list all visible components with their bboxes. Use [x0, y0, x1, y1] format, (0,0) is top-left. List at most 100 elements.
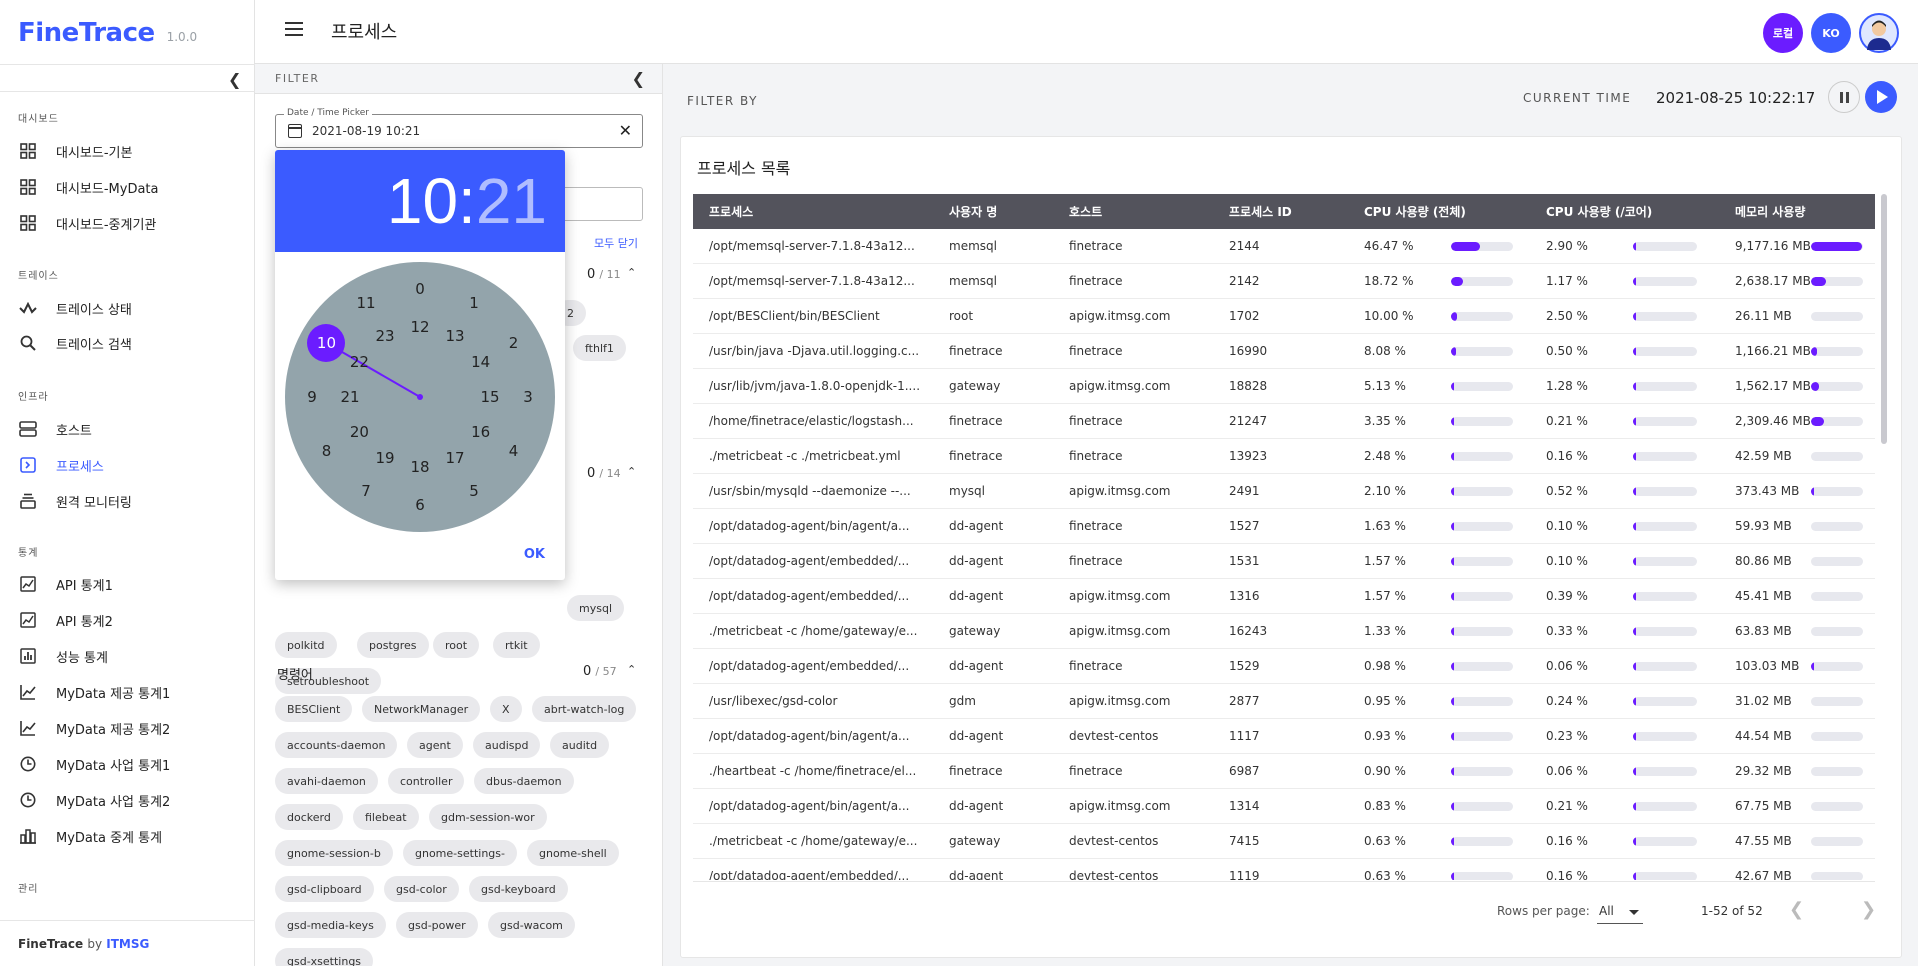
clock-number[interactable]: 12 [408, 317, 432, 337]
clock-number[interactable]: 19 [373, 448, 397, 468]
filter-chip[interactable]: abrt-watch-log [532, 696, 637, 722]
clock-number[interactable]: 23 [373, 326, 397, 346]
column-header[interactable]: 메모리 사용량 [1719, 203, 1875, 220]
clock-number[interactable]: 18 [408, 457, 432, 477]
sidebar-item[interactable]: MyData 사업 통계2 [18, 787, 170, 813]
chevron-up-icon[interactable]: ⌃ [627, 465, 636, 478]
table-row[interactable]: /usr/lib/jvm/java-1.8.0-openjdk-1.... gat… [693, 369, 1875, 404]
clock-number[interactable]: 6 [408, 495, 432, 515]
table-row[interactable]: /opt/datadog-agent/embedded/... dd-agent d… [693, 859, 1875, 880]
ok-button[interactable]: OK [524, 547, 545, 562]
table-row[interactable]: /opt/memsql-server-7.1.8-43a12... memsql f… [693, 264, 1875, 299]
column-header[interactable]: 사용자 명 [933, 203, 1053, 220]
menu-icon[interactable] [285, 22, 303, 36]
sidebar-item[interactable]: MyData 사업 통계1 [18, 751, 170, 777]
filter-chip[interactable]: root [433, 632, 480, 658]
filter-chip[interactable]: gsd-clipboard [275, 876, 374, 902]
play-button[interactable] [1865, 81, 1897, 113]
table-scrollbar[interactable] [1881, 194, 1887, 444]
table-row[interactable]: ./metricbeat -c /home/gateway/e... gatewa… [693, 614, 1875, 649]
filter-chip[interactable]: NetworkManager [362, 696, 481, 722]
pause-button[interactable] [1828, 81, 1860, 113]
clock-number[interactable]: 9 [300, 387, 324, 407]
filter-chip[interactable]: gsd-power [396, 912, 478, 938]
clock-number[interactable]: 1 [462, 293, 486, 313]
table-row[interactable]: /opt/BESClient/bin/BESClient root apigw.it… [693, 299, 1875, 334]
clock-number[interactable]: 13 [443, 326, 467, 346]
table-row[interactable]: /opt/datadog-agent/bin/agent/a... dd-agen… [693, 789, 1875, 824]
table-row[interactable]: /opt/datadog-agent/embedded/... dd-agent f… [693, 649, 1875, 684]
column-header[interactable]: CPU 사용량 (전체) [1348, 203, 1530, 220]
filter-chip[interactable]: controller [388, 768, 465, 794]
sidebar-collapse-icon[interactable]: ❮ [228, 70, 241, 89]
clock-number[interactable]: 11 [354, 293, 378, 313]
filter-chip[interactable]: dockerd [275, 804, 343, 830]
clock-number[interactable]: 20 [347, 422, 371, 442]
filter-chip[interactable]: postgres [357, 632, 429, 658]
clock-number[interactable]: 14 [469, 352, 493, 372]
clock-face[interactable]: 0 1 2 3 4 5 6 7 8 9 10 11 12 13 14 15 16 17 18 19 20 21 22 23 [285, 262, 555, 532]
filter-chip[interactable]: mysql [567, 595, 624, 621]
sidebar-item[interactable]: MyData 제공 통계1 [18, 679, 170, 705]
sidebar-item[interactable]: 원격 모니터링 [18, 488, 132, 514]
local-button[interactable]: 로컬 [1763, 13, 1803, 53]
clock-number[interactable]: 21 [338, 387, 362, 407]
filter-collapse-icon[interactable]: ❮ [632, 69, 645, 88]
filter-chip[interactable]: audispd [473, 732, 541, 758]
table-row[interactable]: ./metricbeat -c ./metricbeat.yml finetrac… [693, 439, 1875, 474]
chevron-up-icon[interactable]: ⌃ [627, 663, 636, 676]
sidebar-item[interactable]: 트레이스 상태 [18, 295, 132, 321]
calendar-icon[interactable] [288, 124, 302, 138]
table-row[interactable]: /opt/datadog-agent/bin/agent/a... dd-agen… [693, 719, 1875, 754]
filter-chip[interactable]: rtkit [493, 632, 540, 658]
filter-chip[interactable]: gdm-session-wor [429, 804, 547, 830]
clock-number[interactable]: 2 [502, 333, 526, 353]
filter-chip[interactable]: polkitd [275, 632, 337, 658]
filter-chip[interactable]: gnome-settings- [403, 840, 517, 866]
clock-number[interactable]: 22 [347, 352, 371, 372]
prev-page-icon[interactable]: ❮ [1789, 899, 1804, 920]
sidebar-item[interactable]: 성능 통계 [18, 643, 108, 669]
table-row[interactable]: /opt/datadog-agent/bin/agent/a... dd-agen… [693, 509, 1875, 544]
table-row[interactable]: /usr/sbin/mysqld --daemonize --... mysql a… [693, 474, 1875, 509]
table-row[interactable]: /opt/memsql-server-7.1.8-43a12... memsql f… [693, 229, 1875, 264]
filter-chip[interactable]: BESClient [275, 696, 353, 722]
filter-chip[interactable]: gsd-wacom [488, 912, 575, 938]
chevron-up-icon[interactable]: ⌃ [627, 266, 636, 279]
sidebar-item[interactable]: 호스트 [18, 416, 92, 442]
table-row[interactable]: ./heartbeat -c /home/finetrace/el... fine… [693, 754, 1875, 789]
clock-number[interactable]: 8 [314, 441, 338, 461]
clear-icon[interactable]: ✕ [619, 121, 632, 140]
clock-number[interactable]: 3 [516, 387, 540, 407]
column-header[interactable]: 프로세스 ID [1213, 203, 1348, 220]
table-row[interactable]: /usr/bin/java -Djava.util.logging.c... fi… [693, 334, 1875, 369]
filter-chip[interactable]: gnome-session-b [275, 840, 393, 866]
filter-chip[interactable]: gnome-shell [527, 840, 619, 866]
column-header[interactable]: 프로세스 [693, 203, 933, 220]
sidebar-item[interactable]: API 통계2 [18, 607, 113, 633]
filter-chip[interactable]: fthlf1 [573, 335, 626, 361]
sidebar-item[interactable]: 대시보드-기본 [18, 138, 132, 164]
table-row[interactable]: ./metricbeat -c /home/gateway/e... gatewa… [693, 824, 1875, 859]
column-header[interactable]: 호스트 [1053, 203, 1213, 220]
clock-number[interactable]: 7 [354, 481, 378, 501]
table-row[interactable]: /opt/datadog-agent/embedded/... dd-agent a… [693, 579, 1875, 614]
filter-chip[interactable]: dbus-daemon [474, 768, 574, 794]
clock-number[interactable]: 15 [478, 387, 502, 407]
sidebar-item[interactable]: 대시보드-중계기관 [18, 210, 156, 236]
date-time-picker-field[interactable]: Date / Time Picker 2021-08-19 10:21 ✕ [275, 108, 643, 148]
clock-number[interactable]: 4 [502, 441, 526, 461]
sidebar-item[interactable]: MyData 제공 통계2 [18, 715, 170, 741]
filter-chip[interactable]: X [490, 696, 522, 722]
filter-chip[interactable]: agent [407, 732, 463, 758]
close-all-button[interactable]: 모두 닫기 [594, 235, 638, 251]
column-header[interactable]: CPU 사용량 (/코어) [1530, 203, 1719, 220]
language-button[interactable]: KO [1811, 13, 1851, 53]
table-row[interactable]: /home/finetrace/elastic/logstash... finet… [693, 404, 1875, 439]
rows-per-page-select[interactable]: All [1597, 900, 1643, 924]
sidebar-item[interactable]: 트레이스 검색 [18, 330, 132, 356]
table-row[interactable]: /usr/libexec/gsd-color gdm apigw.itmsg.com… [693, 684, 1875, 719]
filter-chip[interactable]: filebeat [353, 804, 419, 830]
next-page-icon[interactable]: ❯ [1861, 899, 1876, 920]
avatar[interactable] [1859, 13, 1899, 53]
